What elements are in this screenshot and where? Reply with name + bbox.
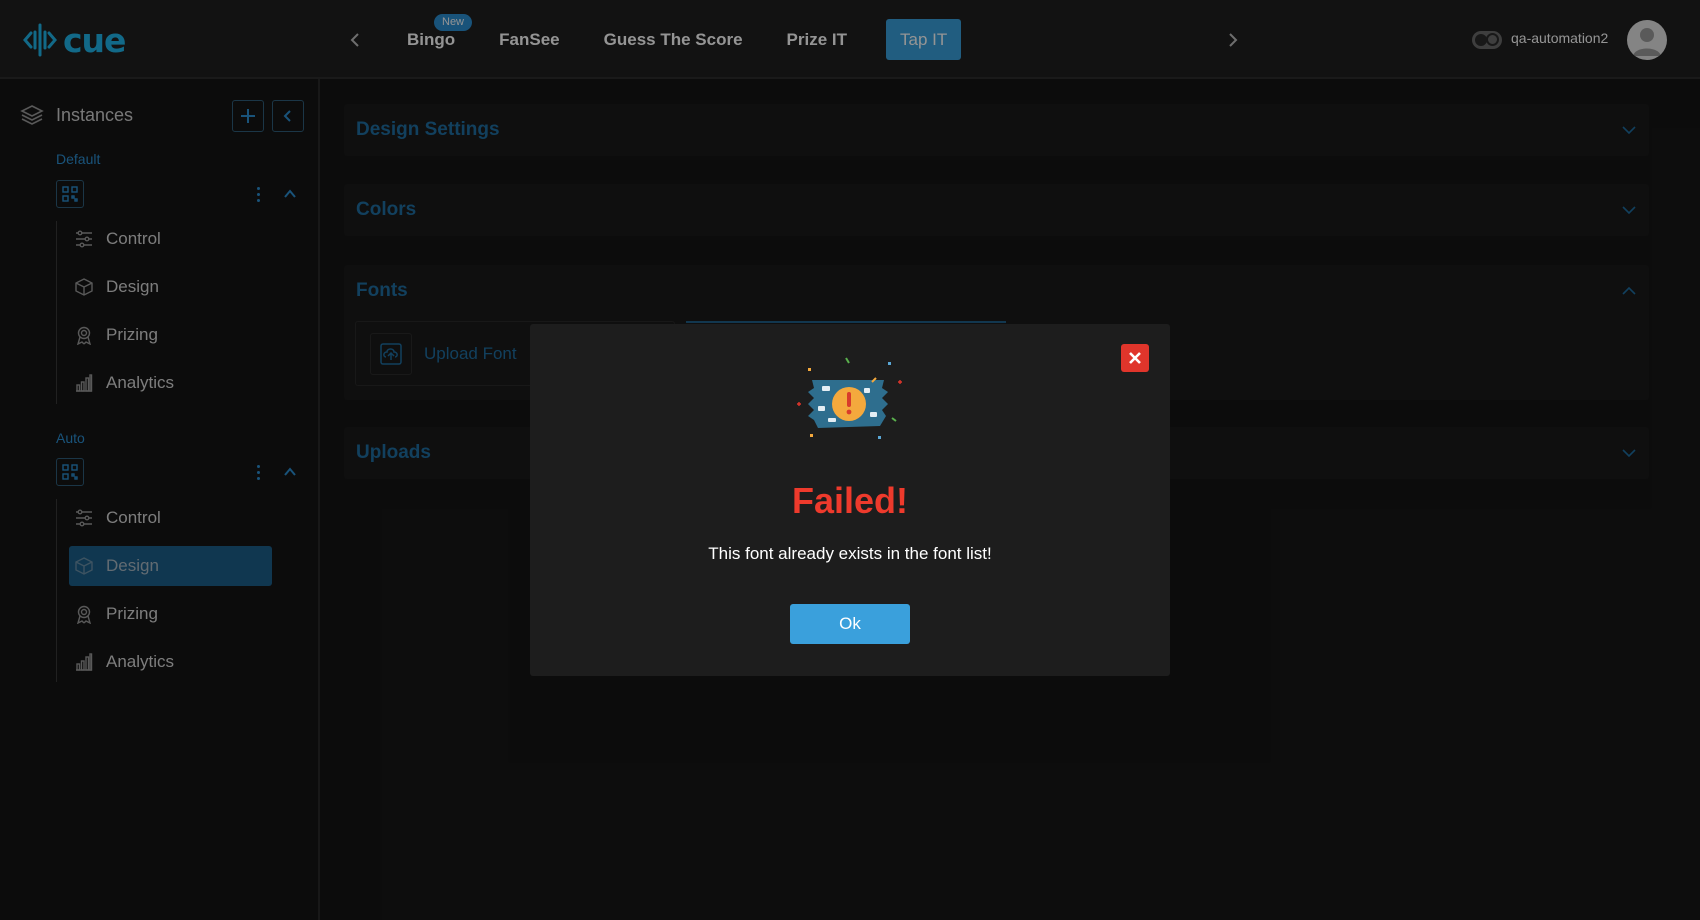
error-illustration-icon — [797, 357, 902, 439]
ok-button[interactable]: Ok — [790, 604, 910, 644]
dialog-title: Failed! — [791, 480, 908, 521]
dialog-message: This font already exists in the font lis… — [708, 544, 992, 563]
close-icon — [1129, 352, 1141, 364]
error-dialog: Failed! This font already exists in the … — [530, 324, 1170, 676]
close-dialog-button[interactable] — [1121, 344, 1149, 372]
